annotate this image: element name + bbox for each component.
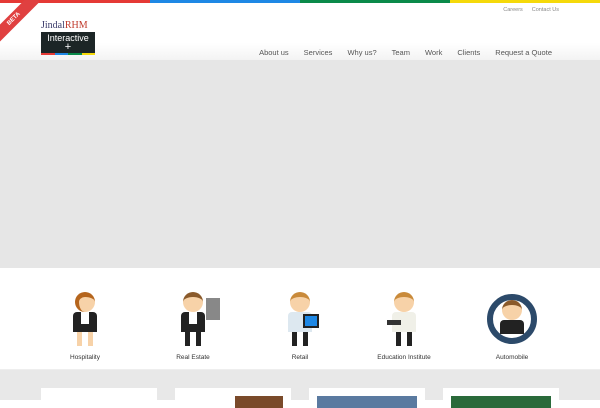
logo-text-1: Jindal bbox=[41, 20, 65, 31]
nav-why-us[interactable]: Why us? bbox=[347, 48, 376, 57]
automobile-character-icon bbox=[487, 290, 537, 348]
main-nav: About us Services Why us? Team Work Clie… bbox=[259, 48, 552, 57]
nav-services[interactable]: Services bbox=[304, 48, 333, 57]
industry-label: Real Estate bbox=[176, 354, 210, 361]
hero-slider bbox=[0, 60, 600, 268]
education-character-icon bbox=[379, 290, 429, 348]
retail-character-icon bbox=[275, 290, 325, 348]
logo-plus: + bbox=[64, 41, 72, 53]
industries-section: Hospitality Real Estate Retail Education… bbox=[0, 268, 600, 370]
contact-us-link[interactable]: Contact Us bbox=[532, 7, 559, 13]
logo[interactable]: JindalRHM Interactive + bbox=[41, 20, 95, 55]
industry-label: Education Institute bbox=[377, 354, 431, 361]
nav-request-quote[interactable]: Request a Quote bbox=[495, 48, 552, 57]
hospitality-character-icon bbox=[60, 290, 110, 348]
portfolio-card[interactable] bbox=[443, 388, 559, 408]
nav-work[interactable]: Work bbox=[425, 48, 442, 57]
industry-hospitality[interactable]: Hospitality bbox=[40, 290, 130, 361]
header: BETA JindalRHM Interactive + Careers Cont… bbox=[0, 0, 600, 60]
real-estate-character-icon bbox=[168, 290, 220, 348]
nav-about-us[interactable]: About us bbox=[259, 48, 289, 57]
beta-badge: BETA bbox=[0, 0, 40, 45]
portfolio-section bbox=[0, 370, 600, 408]
portfolio-card[interactable] bbox=[175, 388, 291, 408]
industry-education[interactable]: Education Institute bbox=[359, 290, 449, 361]
industry-label: Automobile bbox=[495, 354, 529, 361]
portfolio-card[interactable] bbox=[41, 388, 157, 408]
industry-label: Hospitality bbox=[70, 354, 100, 361]
logo-text-2: RHM bbox=[64, 20, 88, 31]
industry-real-estate[interactable]: Real Estate bbox=[148, 290, 238, 361]
nav-clients[interactable]: Clients bbox=[457, 48, 480, 57]
portfolio-card[interactable] bbox=[309, 388, 425, 408]
industry-retail[interactable]: Retail bbox=[255, 290, 345, 361]
nav-team[interactable]: Team bbox=[392, 48, 410, 57]
industry-label: Retail bbox=[291, 354, 309, 361]
industry-automobile[interactable]: Automobile bbox=[467, 290, 557, 361]
careers-link[interactable]: Careers bbox=[503, 7, 523, 13]
